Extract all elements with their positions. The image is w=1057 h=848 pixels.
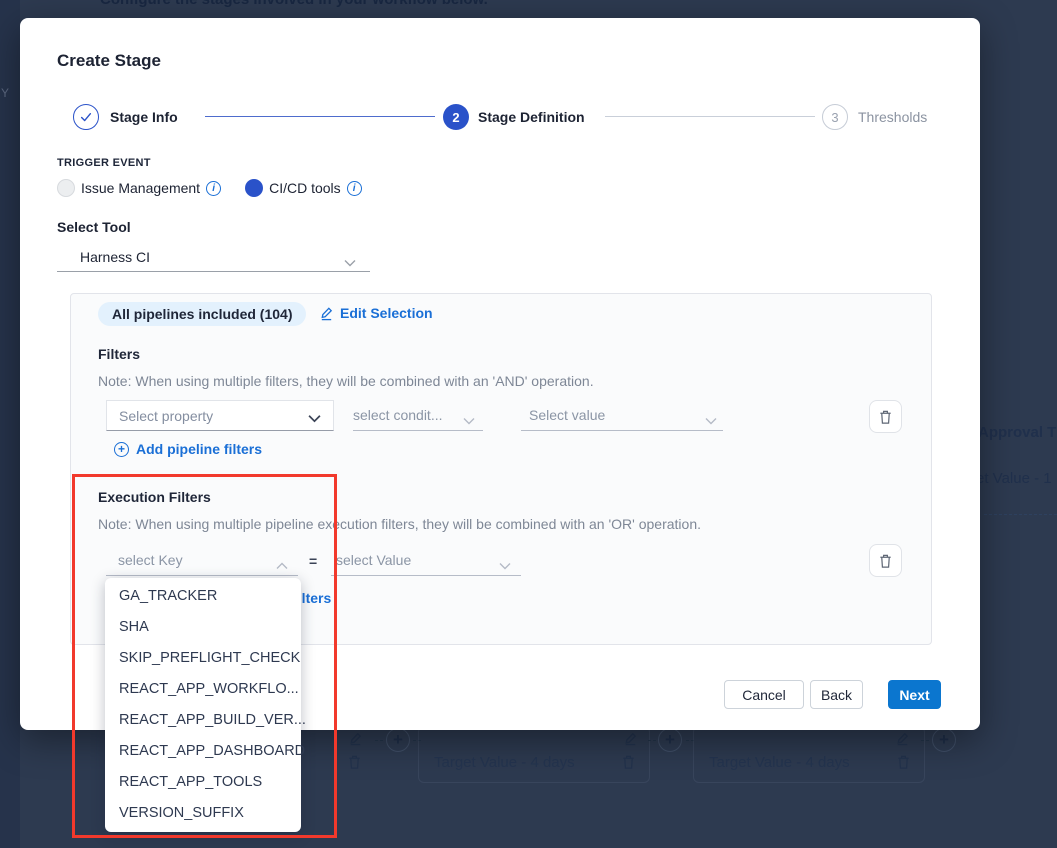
exec-value-select[interactable]: select Value [331,549,521,576]
key-select-placeholder: select Key [118,552,183,568]
stepper-connector [205,116,435,117]
chevron-down-icon [463,412,475,430]
exec-value-select-placeholder: select Value [336,552,411,568]
background-dash [375,740,383,741]
trash-icon [347,754,362,770]
dropdown-option[interactable]: REACT_APP_BUILD_VER... [105,705,301,736]
add-stage-icon: + [386,728,410,752]
background-stage-card: Target Value - 4 days [418,726,650,783]
dropdown-option[interactable]: GA_TRACKER [105,581,301,612]
chevron-down-icon [344,254,356,272]
add-stage-icon: + [658,728,682,752]
target-value-label: Target Value - 4 days [434,754,575,771]
background-subtitle: Configure the stages involved in your wo… [100,0,488,8]
filters-title: Filters [98,346,140,362]
step-thresholds-label: Thresholds [858,109,927,125]
delete-filter-button[interactable] [869,400,902,433]
check-icon [79,111,93,123]
radio-issue-management-label: Issue Management [81,180,200,196]
trash-icon [621,754,636,770]
background-dashed-line [984,514,1057,515]
key-select[interactable]: select Key [106,549,298,576]
value-select[interactable]: Select value [521,404,723,431]
edit-icon [895,731,910,746]
chevron-down-icon [308,410,321,428]
background-column-header: Approval Tim [978,424,1057,441]
tool-select[interactable]: Harness CI [57,245,370,272]
add-stage-icon: + [932,728,956,752]
screen: Configure the stages involved in your wo… [0,0,1057,848]
background-dash [921,740,929,741]
execution-filters-title: Execution Filters [98,489,211,505]
step-stage-info-circle[interactable] [73,104,99,130]
delete-execution-filter-button[interactable] [869,544,902,577]
filters-note: Note: When using multiple filters, they … [98,373,594,389]
background-stage-card: Target Value - 4 days [693,726,925,783]
property-select-placeholder: Select property [119,408,213,424]
step-number: 2 [452,110,459,125]
step-stage-info-label: Stage Info [110,109,178,125]
dropdown-option[interactable]: SHA [105,612,301,643]
equals-sign: = [309,553,317,569]
radio-cicd-tools-label: CI/CD tools [269,180,341,196]
modal-title: Create Stage [57,51,161,71]
trash-icon [878,553,893,569]
execution-filters-note: Note: When using multiple pipeline execu… [98,516,701,532]
add-pipeline-filters-link[interactable]: + Add pipeline filters [114,441,262,457]
property-select[interactable]: Select property [106,400,334,431]
trigger-event-options: Issue Management i CI/CD tools i [57,178,362,198]
key-select-dropdown: GA_TRACKER SHA SKIP_PREFLIGHT_CHECK REAC… [105,578,301,832]
background-text-fragment: Y [1,86,9,100]
value-select-placeholder: Select value [529,407,605,423]
radio-cicd-tools[interactable] [245,179,263,197]
edit-icon [319,306,334,321]
condition-select-placeholder: select condit... [353,407,443,423]
next-button[interactable]: Next [888,680,941,709]
step-stage-definition-circle[interactable]: 2 [443,104,469,130]
background-dash [648,740,656,741]
step-number: 3 [831,110,838,125]
condition-select[interactable]: select condit... [353,404,483,431]
trash-icon [896,754,911,770]
info-icon[interactable]: i [347,181,362,196]
target-value-label: Target Value - 4 days [709,754,850,771]
chevron-down-icon [499,557,511,575]
dropdown-option[interactable]: VERSION_SUFFIX [105,798,301,829]
tool-select-value: Harness CI [80,249,150,265]
dropdown-option[interactable]: REACT_APP_DASHBOARD [105,736,301,767]
step-stage-definition-label: Stage Definition [478,109,585,125]
background-cell-fragment: et Value - 1 [976,470,1052,487]
chevron-up-icon [276,557,288,575]
step-thresholds-circle[interactable]: 3 [822,104,848,130]
plus-circle-icon: + [114,442,129,457]
trigger-event-label: TRIGGER EVENT [57,157,151,169]
stepper-connector [605,116,815,117]
dropdown-option[interactable]: REACT_APP_WORKFLO... [105,674,301,705]
background-sidebar-strip [0,0,20,848]
select-tool-label: Select Tool [57,219,131,235]
cancel-button[interactable]: Cancel [724,680,804,709]
stepper: Stage Info 2 Stage Definition 3 Threshol… [20,104,980,130]
edit-icon [348,731,363,746]
add-pipeline-filters-label: Add pipeline filters [136,441,262,457]
pipelines-included-chip: All pipelines included (104) [98,302,306,326]
edit-selection-link[interactable]: Edit Selection [319,305,433,321]
trash-icon [878,409,893,425]
edit-selection-label: Edit Selection [340,305,433,321]
radio-issue-management[interactable] [57,179,75,197]
info-icon[interactable]: i [206,181,221,196]
dropdown-option[interactable]: REACT_APP_TOOLS [105,767,301,798]
back-button[interactable]: Back [810,680,863,709]
dropdown-option[interactable]: SKIP_PREFLIGHT_CHECK [105,643,301,674]
chevron-down-icon [705,412,717,430]
edit-icon [623,731,638,746]
